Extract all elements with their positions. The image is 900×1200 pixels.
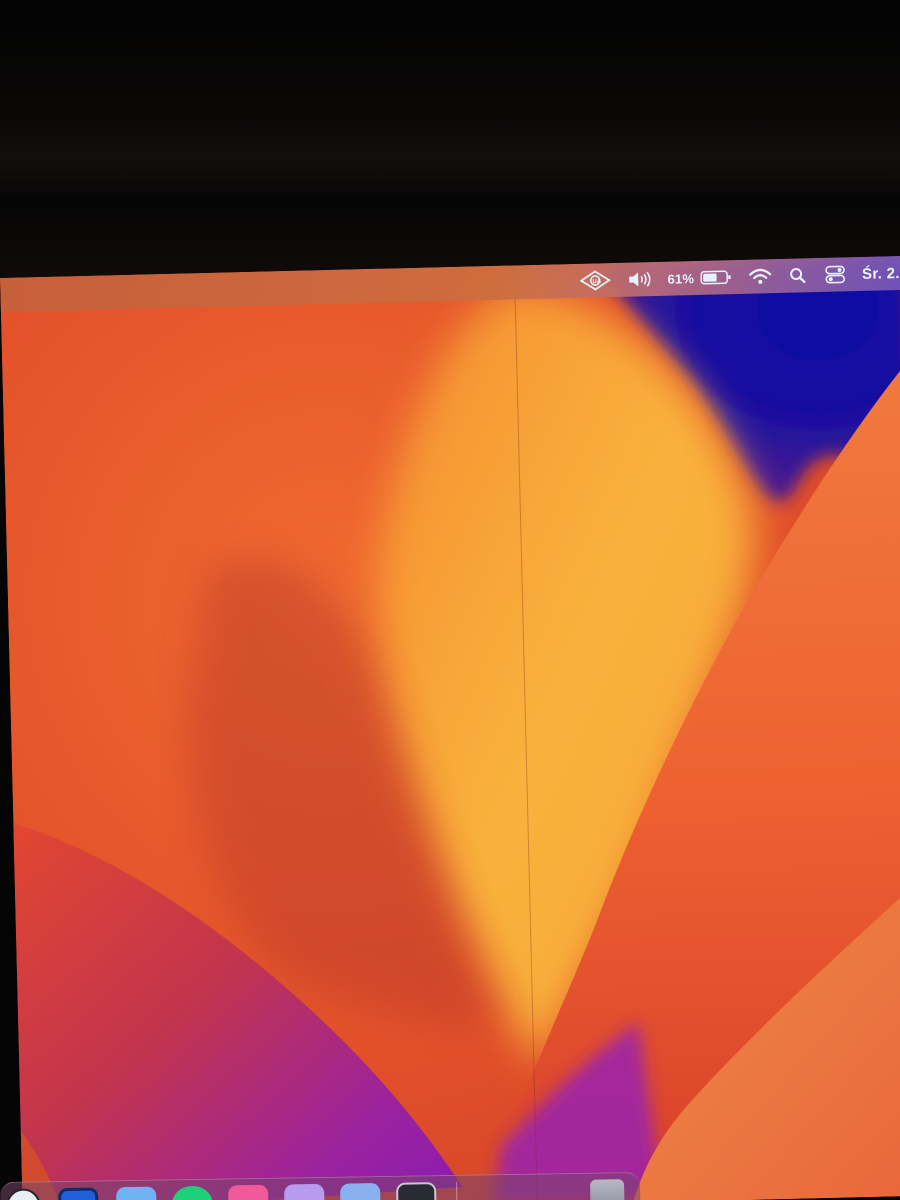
dock-icon-2[interactable] [116, 1186, 157, 1200]
battery-percent-label: 61% [667, 270, 695, 287]
desktop-wallpaper [0, 255, 900, 1200]
trash-icon[interactable] [590, 1179, 625, 1200]
dock-icon-5[interactable] [284, 1183, 325, 1200]
dock-icon-safari[interactable] [6, 1188, 41, 1200]
dock-icon-4[interactable] [228, 1184, 269, 1200]
dock-icon-1[interactable] [58, 1187, 99, 1200]
bezel-glare [0, 120, 900, 200]
photo-of-screen: UA 61% Śr. 2.11 [0, 0, 900, 1200]
desktop-screen: UA 61% Śr. 2.11 [0, 255, 900, 1200]
menu-bar-date[interactable]: Śr. 2.11 [854, 256, 900, 291]
dock-icon-7[interactable] [396, 1182, 437, 1200]
battery-status[interactable]: 61% [659, 260, 740, 296]
svg-text:UA: UA [593, 279, 602, 285]
spotlight-icon[interactable] [780, 258, 817, 293]
dock-separator [456, 1181, 458, 1200]
wifi-icon[interactable] [740, 259, 781, 294]
dock-icon-3[interactable] [172, 1185, 213, 1200]
universal-audio-icon[interactable]: UA [571, 263, 620, 298]
dock-icon-6[interactable] [340, 1183, 381, 1200]
volume-icon[interactable] [619, 262, 660, 297]
battery-icon [700, 270, 731, 285]
monitor-bezel [0, 0, 900, 290]
control-center-icon[interactable] [816, 257, 855, 292]
